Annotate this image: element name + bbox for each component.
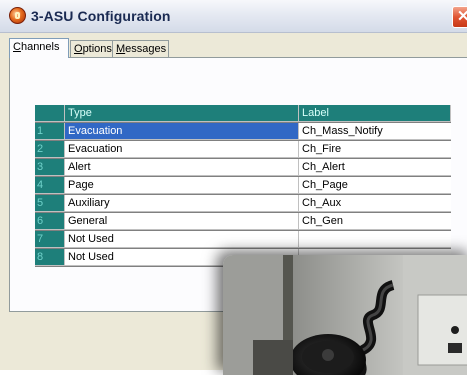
label-cell[interactable]: Ch_Mass_Notify [299, 123, 451, 140]
type-cell[interactable]: Evacuation [65, 141, 299, 158]
table-row[interactable]: 2 Evacuation Ch_Fire [35, 141, 451, 158]
tab-channels[interactable]: Channels [9, 38, 69, 58]
hardware-photo-image [223, 255, 467, 375]
row-number: 2 [35, 141, 65, 158]
tab-options-label: ptions [82, 43, 112, 55]
tab-messages-label: essages [125, 43, 167, 55]
tab-options-mnemonic: O [74, 43, 83, 55]
type-cell[interactable]: Alert [65, 159, 299, 176]
type-cell[interactable]: Auxiliary [65, 195, 299, 212]
title-bar[interactable]: 3-ASU Configuration ✕ [0, 0, 467, 33]
row-number: 7 [35, 231, 65, 248]
table-row[interactable]: 4 Page Ch_Page [35, 177, 451, 194]
row-number: 3 [35, 159, 65, 176]
config-window: 3-ASU Configuration ✕ Channels Options M… [0, 0, 467, 375]
table-row[interactable]: 3 Alert Ch_Alert [35, 159, 451, 176]
tab-messages-mnemonic: M [116, 43, 126, 55]
label-cell[interactable] [299, 231, 451, 248]
table-row[interactable]: 1 Evacuation Ch_Mass_Notify [35, 123, 451, 140]
row-number: 6 [35, 213, 65, 230]
tab-channels-mnemonic: C [13, 41, 21, 53]
close-icon[interactable]: ✕ [452, 6, 467, 28]
row-number: 4 [35, 177, 65, 194]
table-row[interactable]: 6 General Ch_Gen [35, 213, 451, 230]
window-title: 3-ASU Configuration [31, 8, 171, 24]
label-cell[interactable]: Ch_Aux [299, 195, 451, 212]
row-number: 1 [35, 123, 65, 140]
header-corner [35, 105, 65, 122]
label-cell[interactable]: Ch_Fire [299, 141, 451, 158]
grid-header-row: Type Label [35, 105, 451, 122]
tab-channels-label: hannels [20, 41, 60, 53]
row-number: 5 [35, 195, 65, 212]
label-cell[interactable]: Ch_Page [299, 177, 451, 194]
tab-messages[interactable]: Messages [112, 40, 169, 57]
app-logo-icon [9, 7, 26, 24]
table-row[interactable]: 7 Not Used [35, 231, 451, 248]
row-number: 8 [35, 249, 65, 266]
channel-grid: Type Label 1 Evacuation Ch_Mass_Notify 2… [35, 105, 451, 267]
header-type[interactable]: Type [65, 105, 299, 122]
table-row[interactable]: 5 Auxiliary Ch_Aux [35, 195, 451, 212]
type-cell[interactable]: Not Used [65, 231, 299, 248]
label-cell[interactable]: Ch_Gen [299, 213, 451, 230]
type-cell[interactable]: Page [65, 177, 299, 194]
label-cell[interactable]: Ch_Alert [299, 159, 451, 176]
type-cell[interactable]: Evacuation [65, 123, 299, 140]
hardware-photo [223, 255, 467, 375]
type-cell[interactable]: General [65, 213, 299, 230]
header-label[interactable]: Label [299, 105, 451, 122]
tab-options[interactable]: Options [70, 40, 117, 57]
